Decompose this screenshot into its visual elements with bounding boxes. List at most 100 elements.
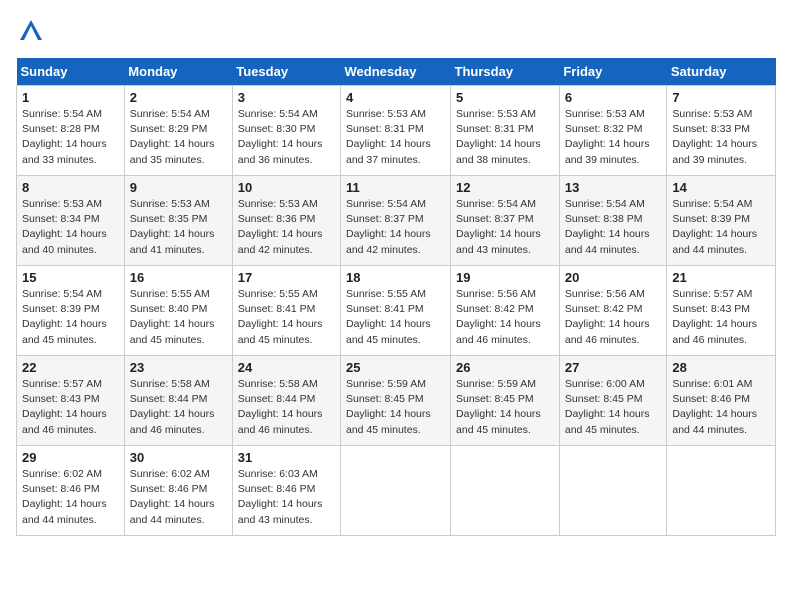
day-number: 19: [456, 270, 554, 285]
calendar-week-row: 22 Sunrise: 5:57 AMSunset: 8:43 PMDaylig…: [17, 356, 776, 446]
day-info: Sunrise: 5:57 AMSunset: 8:43 PMDaylight:…: [672, 288, 757, 346]
day-number: 25: [346, 360, 445, 375]
calendar-cell: 15 Sunrise: 5:54 AMSunset: 8:39 PMDaylig…: [17, 266, 125, 356]
calendar-cell: 27 Sunrise: 6:00 AMSunset: 8:45 PMDaylig…: [559, 356, 667, 446]
weekday-header: Sunday: [17, 58, 125, 86]
weekday-header-row: SundayMondayTuesdayWednesdayThursdayFrid…: [17, 58, 776, 86]
calendar-cell: 5 Sunrise: 5:53 AMSunset: 8:31 PMDayligh…: [451, 86, 560, 176]
day-number: 10: [238, 180, 335, 195]
calendar-cell: [559, 446, 667, 536]
calendar-cell: 10 Sunrise: 5:53 AMSunset: 8:36 PMDaylig…: [232, 176, 340, 266]
calendar-cell: 18 Sunrise: 5:55 AMSunset: 8:41 PMDaylig…: [341, 266, 451, 356]
day-info: Sunrise: 5:57 AMSunset: 8:43 PMDaylight:…: [22, 378, 107, 436]
calendar-cell: 20 Sunrise: 5:56 AMSunset: 8:42 PMDaylig…: [559, 266, 667, 356]
day-number: 5: [456, 90, 554, 105]
calendar-cell: 19 Sunrise: 5:56 AMSunset: 8:42 PMDaylig…: [451, 266, 560, 356]
calendar-cell: 29 Sunrise: 6:02 AMSunset: 8:46 PMDaylig…: [17, 446, 125, 536]
calendar-cell: 7 Sunrise: 5:53 AMSunset: 8:33 PMDayligh…: [667, 86, 776, 176]
calendar-cell: 17 Sunrise: 5:55 AMSunset: 8:41 PMDaylig…: [232, 266, 340, 356]
calendar-cell: 30 Sunrise: 6:02 AMSunset: 8:46 PMDaylig…: [124, 446, 232, 536]
day-info: Sunrise: 5:53 AMSunset: 8:33 PMDaylight:…: [672, 108, 757, 166]
day-number: 24: [238, 360, 335, 375]
calendar-cell: 31 Sunrise: 6:03 AMSunset: 8:46 PMDaylig…: [232, 446, 340, 536]
day-number: 17: [238, 270, 335, 285]
day-number: 29: [22, 450, 119, 465]
day-info: Sunrise: 5:59 AMSunset: 8:45 PMDaylight:…: [346, 378, 431, 436]
day-info: Sunrise: 5:53 AMSunset: 8:31 PMDaylight:…: [346, 108, 431, 166]
day-info: Sunrise: 5:54 AMSunset: 8:38 PMDaylight:…: [565, 198, 650, 256]
calendar-cell: 1 Sunrise: 5:54 AMSunset: 8:28 PMDayligh…: [17, 86, 125, 176]
calendar-cell: 23 Sunrise: 5:58 AMSunset: 8:44 PMDaylig…: [124, 356, 232, 446]
calendar-table: SundayMondayTuesdayWednesdayThursdayFrid…: [16, 58, 776, 536]
day-info: Sunrise: 5:54 AMSunset: 8:39 PMDaylight:…: [22, 288, 107, 346]
calendar-cell: 22 Sunrise: 5:57 AMSunset: 8:43 PMDaylig…: [17, 356, 125, 446]
day-info: Sunrise: 5:53 AMSunset: 8:35 PMDaylight:…: [130, 198, 215, 256]
day-info: Sunrise: 5:56 AMSunset: 8:42 PMDaylight:…: [565, 288, 650, 346]
calendar-cell: 8 Sunrise: 5:53 AMSunset: 8:34 PMDayligh…: [17, 176, 125, 266]
day-info: Sunrise: 5:58 AMSunset: 8:44 PMDaylight:…: [238, 378, 323, 436]
calendar-cell: 25 Sunrise: 5:59 AMSunset: 8:45 PMDaylig…: [341, 356, 451, 446]
calendar-cell: 4 Sunrise: 5:53 AMSunset: 8:31 PMDayligh…: [341, 86, 451, 176]
calendar-week-row: 8 Sunrise: 5:53 AMSunset: 8:34 PMDayligh…: [17, 176, 776, 266]
calendar-cell: 21 Sunrise: 5:57 AMSunset: 8:43 PMDaylig…: [667, 266, 776, 356]
day-info: Sunrise: 6:03 AMSunset: 8:46 PMDaylight:…: [238, 468, 323, 526]
day-number: 27: [565, 360, 662, 375]
calendar-cell: 9 Sunrise: 5:53 AMSunset: 8:35 PMDayligh…: [124, 176, 232, 266]
day-number: 2: [130, 90, 227, 105]
day-info: Sunrise: 6:02 AMSunset: 8:46 PMDaylight:…: [130, 468, 215, 526]
logo-icon: [16, 16, 46, 46]
weekday-header: Monday: [124, 58, 232, 86]
day-number: 9: [130, 180, 227, 195]
calendar-week-row: 15 Sunrise: 5:54 AMSunset: 8:39 PMDaylig…: [17, 266, 776, 356]
day-number: 14: [672, 180, 770, 195]
day-number: 22: [22, 360, 119, 375]
day-info: Sunrise: 5:54 AMSunset: 8:30 PMDaylight:…: [238, 108, 323, 166]
day-info: Sunrise: 5:53 AMSunset: 8:36 PMDaylight:…: [238, 198, 323, 256]
day-number: 26: [456, 360, 554, 375]
day-info: Sunrise: 5:54 AMSunset: 8:37 PMDaylight:…: [346, 198, 431, 256]
day-info: Sunrise: 5:56 AMSunset: 8:42 PMDaylight:…: [456, 288, 541, 346]
calendar-cell: 28 Sunrise: 6:01 AMSunset: 8:46 PMDaylig…: [667, 356, 776, 446]
day-info: Sunrise: 5:58 AMSunset: 8:44 PMDaylight:…: [130, 378, 215, 436]
day-info: Sunrise: 5:54 AMSunset: 8:28 PMDaylight:…: [22, 108, 107, 166]
calendar-cell: [451, 446, 560, 536]
day-info: Sunrise: 6:01 AMSunset: 8:46 PMDaylight:…: [672, 378, 757, 436]
day-info: Sunrise: 5:55 AMSunset: 8:40 PMDaylight:…: [130, 288, 215, 346]
day-info: Sunrise: 5:54 AMSunset: 8:29 PMDaylight:…: [130, 108, 215, 166]
weekday-header: Saturday: [667, 58, 776, 86]
calendar-cell: 11 Sunrise: 5:54 AMSunset: 8:37 PMDaylig…: [341, 176, 451, 266]
day-info: Sunrise: 5:53 AMSunset: 8:31 PMDaylight:…: [456, 108, 541, 166]
day-number: 1: [22, 90, 119, 105]
page-header: [16, 16, 776, 46]
calendar-cell: 6 Sunrise: 5:53 AMSunset: 8:32 PMDayligh…: [559, 86, 667, 176]
day-info: Sunrise: 5:59 AMSunset: 8:45 PMDaylight:…: [456, 378, 541, 436]
day-number: 20: [565, 270, 662, 285]
day-number: 16: [130, 270, 227, 285]
calendar-week-row: 1 Sunrise: 5:54 AMSunset: 8:28 PMDayligh…: [17, 86, 776, 176]
calendar-cell: [341, 446, 451, 536]
calendar-cell: 2 Sunrise: 5:54 AMSunset: 8:29 PMDayligh…: [124, 86, 232, 176]
calendar-cell: 16 Sunrise: 5:55 AMSunset: 8:40 PMDaylig…: [124, 266, 232, 356]
day-info: Sunrise: 5:55 AMSunset: 8:41 PMDaylight:…: [238, 288, 323, 346]
day-info: Sunrise: 6:02 AMSunset: 8:46 PMDaylight:…: [22, 468, 107, 526]
day-number: 4: [346, 90, 445, 105]
day-number: 30: [130, 450, 227, 465]
day-number: 3: [238, 90, 335, 105]
calendar-cell: 14 Sunrise: 5:54 AMSunset: 8:39 PMDaylig…: [667, 176, 776, 266]
day-info: Sunrise: 5:54 AMSunset: 8:39 PMDaylight:…: [672, 198, 757, 256]
day-number: 28: [672, 360, 770, 375]
weekday-header: Thursday: [451, 58, 560, 86]
day-number: 23: [130, 360, 227, 375]
weekday-header: Tuesday: [232, 58, 340, 86]
calendar-cell: 13 Sunrise: 5:54 AMSunset: 8:38 PMDaylig…: [559, 176, 667, 266]
day-number: 12: [456, 180, 554, 195]
day-number: 7: [672, 90, 770, 105]
day-number: 13: [565, 180, 662, 195]
calendar-cell: 12 Sunrise: 5:54 AMSunset: 8:37 PMDaylig…: [451, 176, 560, 266]
day-number: 18: [346, 270, 445, 285]
day-info: Sunrise: 5:53 AMSunset: 8:32 PMDaylight:…: [565, 108, 650, 166]
day-info: Sunrise: 5:54 AMSunset: 8:37 PMDaylight:…: [456, 198, 541, 256]
calendar-cell: 3 Sunrise: 5:54 AMSunset: 8:30 PMDayligh…: [232, 86, 340, 176]
calendar-cell: 24 Sunrise: 5:58 AMSunset: 8:44 PMDaylig…: [232, 356, 340, 446]
day-info: Sunrise: 5:55 AMSunset: 8:41 PMDaylight:…: [346, 288, 431, 346]
